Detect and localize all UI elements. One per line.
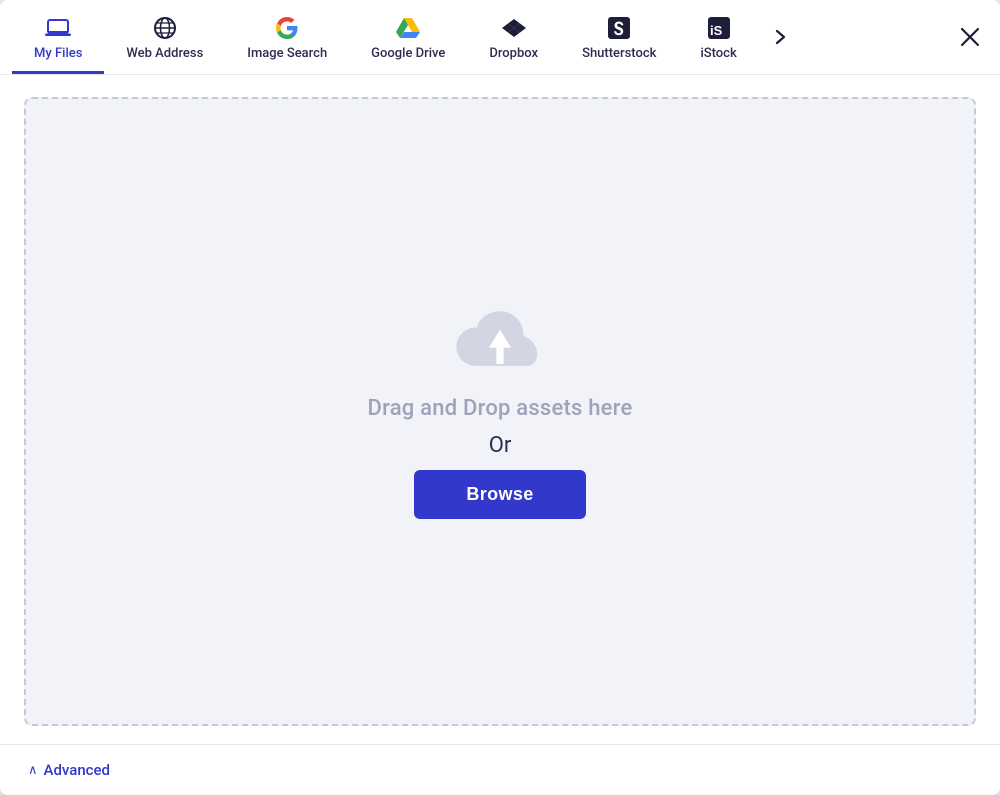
tab-shutterstock-label: Shutterstock [582,46,656,61]
tabs-bar: My Files Web Address [0,0,1000,75]
shutterstock-icon [605,14,633,42]
advanced-link[interactable]: ∧ Advanced [28,761,110,779]
tab-my-files-label: My Files [34,46,82,61]
svg-text:iS: iS [710,23,723,38]
close-button[interactable] [954,21,986,53]
upload-modal: My Files Web Address [0,0,1000,795]
advanced-label: Advanced [44,761,110,779]
drop-zone[interactable]: Drag and Drop assets here Or Browse [24,97,976,726]
tab-google-drive[interactable]: Google Drive [349,0,467,74]
tab-shutterstock[interactable]: Shutterstock [560,0,678,74]
drop-zone-wrapper: Drag and Drop assets here Or Browse [0,75,1000,744]
tab-dropbox[interactable]: Dropbox [467,0,560,74]
footer: ∧ Advanced [0,744,1000,795]
tab-istock[interactable]: iS iStock [678,0,758,74]
tab-dropbox-label: Dropbox [489,46,538,61]
globe-icon [151,14,179,42]
tab-image-search[interactable]: Image Search [225,0,349,74]
dropbox-icon [500,14,528,42]
laptop-icon [44,14,72,42]
google-drive-icon [394,14,422,42]
drag-drop-text: Drag and Drop assets here [368,396,633,421]
tab-web-address-label: Web Address [126,46,203,61]
tab-web-address[interactable]: Web Address [104,0,225,74]
browse-button[interactable]: Browse [414,470,585,519]
tab-my-files[interactable]: My Files [12,0,104,74]
more-tabs-button[interactable] [763,19,799,55]
upload-cloud-icon [450,304,550,384]
tab-istock-label: iStock [700,46,736,61]
google-g-icon [273,14,301,42]
chevron-up-icon: ∧ [28,763,38,778]
istock-icon: iS [705,14,733,42]
or-text: Or [489,433,512,458]
tab-google-drive-label: Google Drive [371,46,445,61]
tab-image-search-label: Image Search [247,46,327,61]
